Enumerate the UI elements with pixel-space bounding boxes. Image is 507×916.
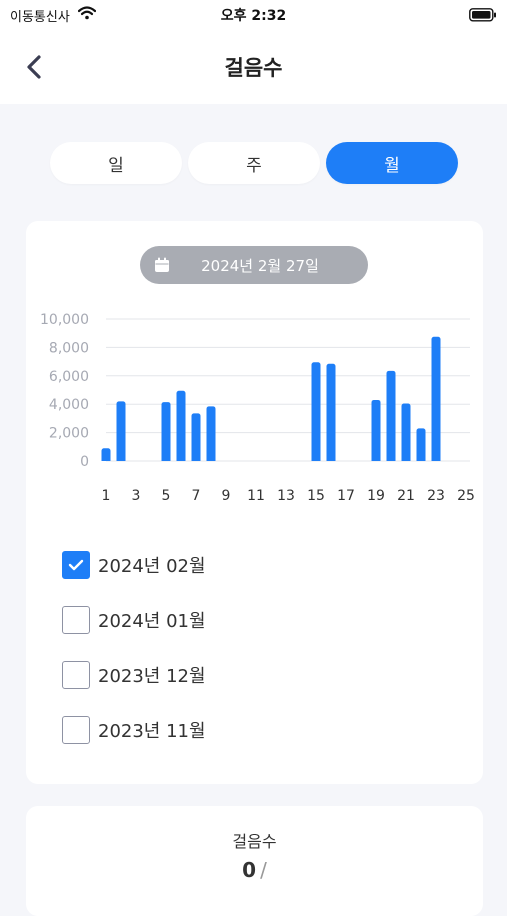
month-checkbox[interactable] [62, 606, 90, 634]
chart-bar-base [191, 458, 201, 461]
chart-bar [176, 390, 186, 461]
summary-count: 0 [242, 858, 257, 882]
chart-bar-base [416, 458, 426, 461]
nav-bar: 걸음수 [0, 30, 507, 104]
x-tick-label: 9 [222, 488, 231, 504]
month-item-2024-01[interactable]: 2024년 01월 [62, 604, 362, 636]
month-label: 2023년 12월 [98, 666, 206, 687]
month-label: 2024년 02월 [98, 556, 206, 577]
battery-icon [469, 7, 497, 26]
x-tick-label: 13 [277, 488, 295, 504]
x-tick-label: 7 [192, 488, 201, 504]
chart-bar-base [326, 458, 336, 461]
page-title: 걸음수 [224, 56, 283, 80]
chart-bar-base [371, 458, 381, 461]
chart-bar [191, 413, 201, 461]
x-tick-label: 5 [162, 488, 171, 504]
x-tick-label: 17 [337, 488, 355, 504]
month-checkbox[interactable] [62, 716, 90, 744]
chart-bar-base [161, 458, 171, 461]
month-item-2023-12[interactable]: 2023년 12월 [62, 659, 362, 691]
chart-bar-base [176, 458, 186, 461]
y-tick-label: 6,000 [49, 369, 89, 385]
x-tick-label: 19 [367, 488, 385, 504]
chart-bar [311, 362, 321, 461]
month-checkbox[interactable] [62, 661, 90, 689]
summary-title: 걸음수 [232, 832, 277, 851]
chart-bar-base [431, 458, 441, 461]
chart-bar [431, 336, 441, 461]
x-tick-label: 3 [132, 488, 141, 504]
chart-bar-base [206, 458, 216, 461]
y-tick-label: 0 [80, 454, 89, 470]
y-tick-label: 10,000 [40, 312, 89, 328]
y-tick-label: 4,000 [49, 397, 89, 413]
period-segmented-control: 일 주 월 [50, 142, 458, 184]
y-tick-label: 2,000 [49, 426, 89, 442]
steps-bar-chart: 02,0004,0006,0008,00010,0001 3 5 7 9 11 13 15 17… [40, 312, 475, 504]
summary-value: 0/ [26, 858, 483, 882]
chart-bar [386, 370, 396, 461]
chart-bar-base [101, 458, 111, 461]
chart-bar-base [116, 458, 126, 461]
chart-bar [416, 428, 426, 461]
month-item-2023-11[interactable]: 2023년 11월 [62, 714, 362, 746]
x-tick-label: 23 [427, 488, 445, 504]
x-tick-label: 1 [102, 488, 111, 504]
chart-bar-base [401, 458, 411, 461]
x-tick-label: 21 [397, 488, 415, 504]
y-tick-label: 8,000 [49, 340, 89, 356]
chart-bar [116, 401, 126, 461]
chart-bar [161, 402, 171, 461]
month-item-2024-02[interactable]: 2024년 02월 [62, 549, 362, 581]
x-tick-label: 25 [457, 488, 475, 504]
tab-month[interactable]: 월 [326, 142, 458, 184]
month-label: 2024년 01월 [98, 611, 206, 632]
month-label: 2023년 11월 [98, 721, 206, 742]
chart-bar-base [311, 458, 321, 461]
chart-bar [371, 399, 381, 461]
chart-bar-base [386, 458, 396, 461]
status-bar: 이동통신사 오후 2:32 [0, 0, 507, 30]
x-tick-label: 15 [307, 488, 325, 504]
tab-week[interactable]: 주 [188, 142, 320, 184]
summary-separator: / [260, 858, 267, 882]
clock-label: 오후 2:32 [220, 8, 287, 24]
chart-bar [206, 406, 216, 461]
month-checkbox[interactable] [62, 551, 90, 579]
chart-bar [401, 403, 411, 461]
x-tick-label: 11 [247, 488, 265, 504]
chart-bar [326, 363, 336, 461]
chart-card: 2024년 2월 27일 0 2,000 4,000 6,000 8,000 10,000… [26, 221, 483, 784]
check-icon [68, 559, 84, 571]
tab-day[interactable]: 일 [50, 142, 182, 184]
